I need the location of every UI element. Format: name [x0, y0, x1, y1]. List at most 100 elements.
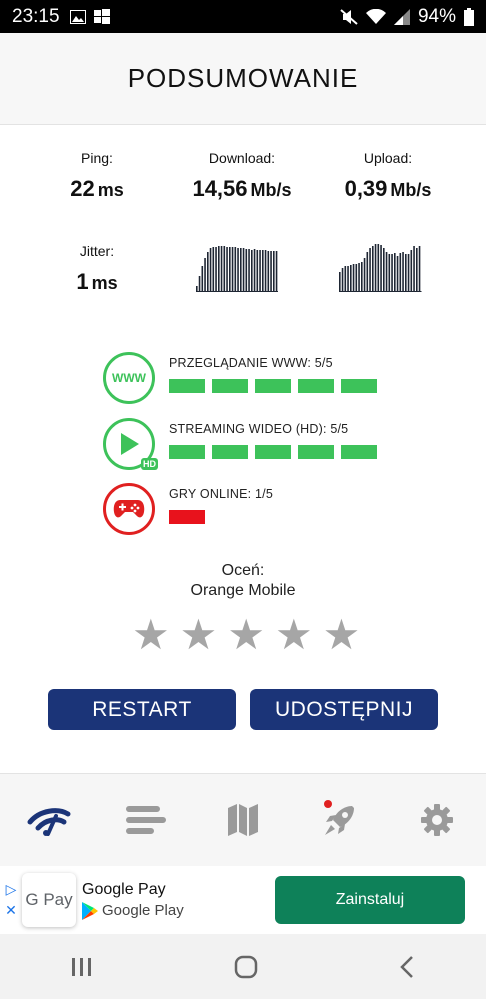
- battery-icon: [464, 7, 474, 26]
- nav-history[interactable]: [116, 790, 176, 850]
- nav-map[interactable]: [213, 790, 273, 850]
- score-segment: [212, 445, 248, 459]
- download-graph-bar: [240, 248, 242, 292]
- ad-app-name: Google Pay: [82, 880, 166, 898]
- system-navigation: [0, 934, 486, 999]
- jitter-value: 1: [76, 269, 89, 294]
- download-graph-bar: [209, 248, 212, 292]
- gear-icon: [421, 804, 454, 836]
- gallery-icon: [69, 9, 86, 24]
- category-streaming-score-bars: [169, 445, 377, 459]
- upload-graph-bar: [341, 268, 344, 292]
- upload-graph-bar: [388, 254, 391, 292]
- recent-apps-icon[interactable]: [71, 957, 93, 977]
- install-button[interactable]: Zainstaluj: [275, 876, 465, 924]
- upload-graph-bar: [372, 246, 374, 292]
- score-segment: [341, 379, 377, 393]
- back-icon[interactable]: [399, 955, 415, 979]
- score-segment: [255, 379, 291, 393]
- category-www: WWW PRZEGLĄDANIE WWW: 5/5: [103, 352, 377, 404]
- download-graph-bar: [215, 247, 217, 292]
- download-graph-bar: [270, 251, 272, 292]
- star-icon[interactable]: ★: [275, 614, 313, 656]
- download-graph-bar: [234, 247, 237, 292]
- download-graph-bar: [237, 248, 239, 292]
- battery-percent: 94%: [417, 5, 456, 27]
- nav-boost[interactable]: [310, 790, 370, 850]
- ad-banner[interactable]: ▷ ✕ G Pay Google Pay Google Play Zainsta…: [0, 866, 486, 934]
- score-segment: [298, 445, 334, 459]
- star-icon[interactable]: ★: [180, 614, 218, 656]
- download-graph-bar: [245, 249, 248, 292]
- rating-label: Oceń:: [221, 562, 265, 579]
- nav-settings[interactable]: [407, 790, 467, 850]
- score-segment: [212, 379, 248, 393]
- gamepad-icon: [103, 483, 155, 535]
- upload-graph-bar: [344, 266, 347, 292]
- download-graph-bar: [273, 251, 275, 292]
- upload-graph-bar: [374, 244, 377, 292]
- upload-value: 0,39: [344, 176, 388, 201]
- download-graph-bar: [198, 276, 201, 292]
- upload-graph-bar: [355, 264, 358, 292]
- signal-icon: [393, 8, 410, 25]
- windows-icon: [93, 8, 110, 24]
- download-graph-bar: [262, 250, 264, 292]
- www-icon-text: WWW: [112, 371, 146, 385]
- map-icon: [227, 804, 258, 836]
- ad-info-icon[interactable]: ▷: [6, 881, 17, 898]
- score-segment: [298, 379, 334, 393]
- upload-graph-bar: [377, 244, 380, 292]
- star-icon[interactable]: ★: [227, 614, 265, 656]
- www-icon: WWW: [103, 352, 155, 404]
- category-streaming-label: STREAMING WIDEO (HD): 5/5: [169, 422, 349, 436]
- google-play-icon: [82, 901, 98, 920]
- download-graph-bar: [275, 251, 278, 292]
- category-www-label: PRZEGLĄDANIE WWW: 5/5: [169, 356, 333, 370]
- share-button[interactable]: UDOSTĘPNIJ: [250, 689, 438, 730]
- ad-choices[interactable]: ▷ ✕: [0, 866, 22, 934]
- score-segment: [341, 445, 377, 459]
- download-graph-bar: [231, 247, 234, 292]
- category-gaming-label: GRY ONLINE: 1/5: [169, 487, 273, 501]
- upload-graph-bar: [405, 254, 407, 292]
- download-graph-bar: [267, 251, 270, 292]
- upload-graph-bar: [399, 253, 402, 292]
- wifi-icon: [365, 8, 386, 24]
- hd-badge: HD: [141, 458, 158, 470]
- download-graph-bar: [242, 248, 245, 292]
- download-graph-bar: [207, 252, 209, 292]
- category-streaming: HD STREAMING WIDEO (HD): 5/5: [103, 418, 377, 470]
- google-pay-logo: G Pay: [22, 873, 76, 927]
- upload-graph-bar: [366, 252, 369, 292]
- upload-graph-bar: [380, 245, 382, 292]
- upload-graph-bar: [363, 258, 366, 292]
- list-icon: [125, 806, 166, 834]
- category-www-score-bars: [169, 379, 377, 393]
- score-segment: [255, 445, 291, 459]
- upload-graph-bar: [418, 246, 421, 292]
- bottom-navigation: [0, 773, 486, 866]
- nav-speed-test[interactable]: [19, 790, 79, 850]
- rating-section: Oceń: Orange Mobile: [0, 562, 486, 600]
- upload-graph-bar: [394, 253, 396, 292]
- upload-graph-bar: [383, 248, 385, 292]
- upload-graph-bar: [396, 256, 399, 292]
- home-icon[interactable]: [234, 955, 258, 979]
- upload-graph-bar: [402, 252, 404, 292]
- star-icon[interactable]: ★: [323, 614, 361, 656]
- download-value: 14,56: [192, 176, 248, 201]
- ad-store-name: Google Play: [102, 902, 184, 919]
- header: PODSUMOWANIE: [0, 33, 486, 125]
- page-title: PODSUMOWANIE: [127, 63, 359, 93]
- download-graph-bar: [253, 249, 256, 292]
- mute-icon: [340, 8, 358, 25]
- ad-close-icon[interactable]: ✕: [5, 902, 17, 919]
- upload-graph-bar: [391, 254, 393, 292]
- download-graph-bar: [204, 258, 206, 292]
- score-segment: [169, 445, 205, 459]
- star-icon[interactable]: ★: [132, 614, 170, 656]
- status-bar: 23:15 94%: [0, 0, 486, 33]
- jitter-stat: Jitter: 1 ms: [52, 243, 142, 295]
- restart-button[interactable]: RESTART: [48, 689, 236, 730]
